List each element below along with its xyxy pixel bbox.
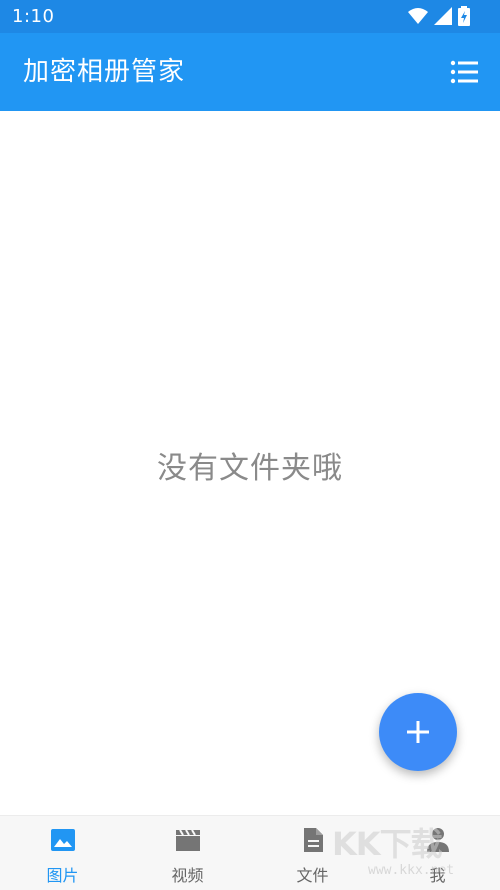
image-icon [50,829,75,851]
app-title: 加密相册管家 [23,57,186,87]
status-icons [408,6,470,26]
nav-item-images[interactable]: 图片 [0,816,125,890]
document-icon [303,828,323,852]
bottom-navigation: 图片 视频 文件 我 [0,815,500,890]
signal-icon [434,7,452,25]
wifi-icon [408,8,428,24]
app-bar: 加密相册管家 [0,33,500,111]
nav-item-files[interactable]: 文件 [250,816,375,890]
plus-icon [407,721,429,743]
nav-label-files: 文件 [296,866,329,885]
battery-charging-icon [458,6,470,26]
menu-button[interactable] [448,55,482,89]
nav-label-videos: 视频 [171,866,204,885]
status-bar: 1:10 [0,0,500,33]
person-icon [426,828,449,852]
clapperboard-icon [175,829,200,851]
add-folder-button[interactable] [379,693,457,771]
nav-item-videos[interactable]: 视频 [125,816,250,890]
empty-state-message: 没有文件夹哦 [157,451,343,486]
nav-label-me: 我 [429,866,446,885]
nav-item-me[interactable]: 我 [375,816,500,890]
status-time: 1:10 [12,6,55,27]
nav-label-images: 图片 [46,866,79,885]
list-menu-icon [450,60,478,84]
